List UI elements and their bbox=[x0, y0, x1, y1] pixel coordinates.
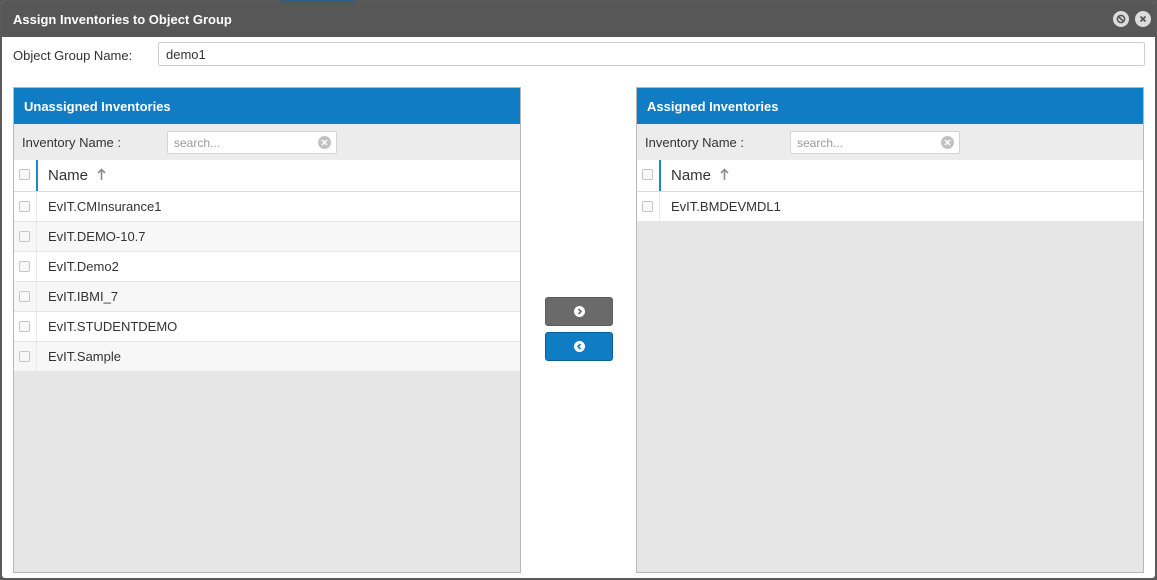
name-column-header[interactable]: Name bbox=[48, 167, 88, 184]
close-icon[interactable] bbox=[1135, 11, 1151, 27]
object-group-label: Object Group Name: bbox=[13, 48, 133, 63]
inventory-name: EvIT.STUDENTDEMO bbox=[48, 319, 178, 334]
move-right-button[interactable] bbox=[545, 297, 613, 326]
row-checkbox[interactable] bbox=[642, 201, 653, 212]
block-icon[interactable] bbox=[1113, 11, 1129, 27]
row-divider bbox=[36, 342, 37, 371]
assigned-header-title: Assigned Inventories bbox=[647, 98, 779, 114]
assigned-header: Assigned Inventories bbox=[637, 88, 1143, 124]
chevron-right-icon bbox=[573, 306, 585, 317]
sort-ascending-icon[interactable] bbox=[97, 168, 106, 186]
unassigned-filter-label: Inventory Name : bbox=[22, 135, 121, 150]
row-divider bbox=[659, 192, 660, 221]
row-checkbox[interactable] bbox=[19, 321, 30, 332]
row-divider bbox=[36, 252, 37, 281]
unassigned-grid-header: Name bbox=[14, 160, 520, 192]
row-divider bbox=[36, 312, 37, 341]
unassigned-header: Unassigned Inventories bbox=[14, 88, 520, 124]
assigned-filter-label: Inventory Name : bbox=[645, 135, 744, 150]
chevron-left-icon bbox=[573, 341, 585, 352]
assigned-rows: EvIT.BMDEVMDL1 bbox=[637, 192, 1143, 222]
inventory-name: EvIT.BMDEVMDL1 bbox=[671, 199, 781, 214]
title-icons bbox=[1113, 11, 1151, 27]
table-row[interactable]: EvIT.DEMO-10.7 bbox=[14, 222, 520, 252]
row-checkbox[interactable] bbox=[19, 231, 30, 242]
inventory-name: EvIT.Demo2 bbox=[48, 259, 119, 274]
clear-search-icon[interactable] bbox=[318, 136, 331, 149]
column-divider bbox=[659, 160, 661, 191]
assigned-search-box bbox=[790, 131, 960, 154]
row-checkbox[interactable] bbox=[19, 201, 30, 212]
assigned-panel: Assigned Inventories Inventory Name : Na… bbox=[636, 87, 1144, 573]
unassigned-search-box bbox=[167, 131, 337, 154]
clear-search-icon[interactable] bbox=[941, 136, 954, 149]
dialog-titlebar[interactable]: Assign Inventories to Object Group bbox=[2, 2, 1155, 37]
name-column-header[interactable]: Name bbox=[671, 167, 711, 184]
row-divider bbox=[36, 222, 37, 251]
assigned-search-input[interactable] bbox=[791, 132, 943, 153]
row-divider bbox=[36, 192, 37, 221]
assigned-filter-row: Inventory Name : bbox=[637, 124, 1143, 160]
column-divider bbox=[36, 160, 38, 191]
unassigned-rows: EvIT.CMInsurance1 EvIT.DEMO-10.7 EvIT.De… bbox=[14, 192, 520, 372]
unassigned-header-title: Unassigned Inventories bbox=[24, 98, 171, 114]
sort-ascending-icon[interactable] bbox=[720, 168, 729, 186]
table-row[interactable]: EvIT.CMInsurance1 bbox=[14, 192, 520, 222]
row-checkbox[interactable] bbox=[19, 291, 30, 302]
select-all-checkbox[interactable] bbox=[19, 169, 30, 180]
table-row[interactable]: EvIT.BMDEVMDL1 bbox=[637, 192, 1143, 222]
table-row[interactable]: EvIT.IBMI_7 bbox=[14, 282, 520, 312]
table-row[interactable]: EvIT.STUDENTDEMO bbox=[14, 312, 520, 342]
dialog-title: Assign Inventories to Object Group bbox=[13, 12, 232, 27]
row-divider bbox=[36, 282, 37, 311]
assign-inventories-dialog: Assign Inventories to Object Group Objec… bbox=[2, 2, 1155, 578]
unassigned-search-input[interactable] bbox=[168, 132, 320, 153]
object-group-name-input[interactable] bbox=[158, 42, 1145, 66]
unassigned-panel: Unassigned Inventories Inventory Name : … bbox=[13, 87, 521, 573]
inventory-name: EvIT.Sample bbox=[48, 349, 121, 364]
row-checkbox[interactable] bbox=[19, 261, 30, 272]
select-all-checkbox[interactable] bbox=[642, 169, 653, 180]
table-row[interactable]: EvIT.Demo2 bbox=[14, 252, 520, 282]
inventory-name: EvIT.IBMI_7 bbox=[48, 289, 119, 304]
object-group-row: Object Group Name: bbox=[13, 42, 1145, 68]
row-checkbox[interactable] bbox=[19, 351, 30, 362]
inventory-name: EvIT.DEMO-10.7 bbox=[48, 229, 146, 244]
inventory-name: EvIT.CMInsurance1 bbox=[48, 199, 162, 214]
assigned-grid-header: Name bbox=[637, 160, 1143, 192]
unassigned-filter-row: Inventory Name : bbox=[14, 124, 520, 160]
move-left-button[interactable] bbox=[545, 332, 613, 361]
table-row[interactable]: EvIT.Sample bbox=[14, 342, 520, 372]
